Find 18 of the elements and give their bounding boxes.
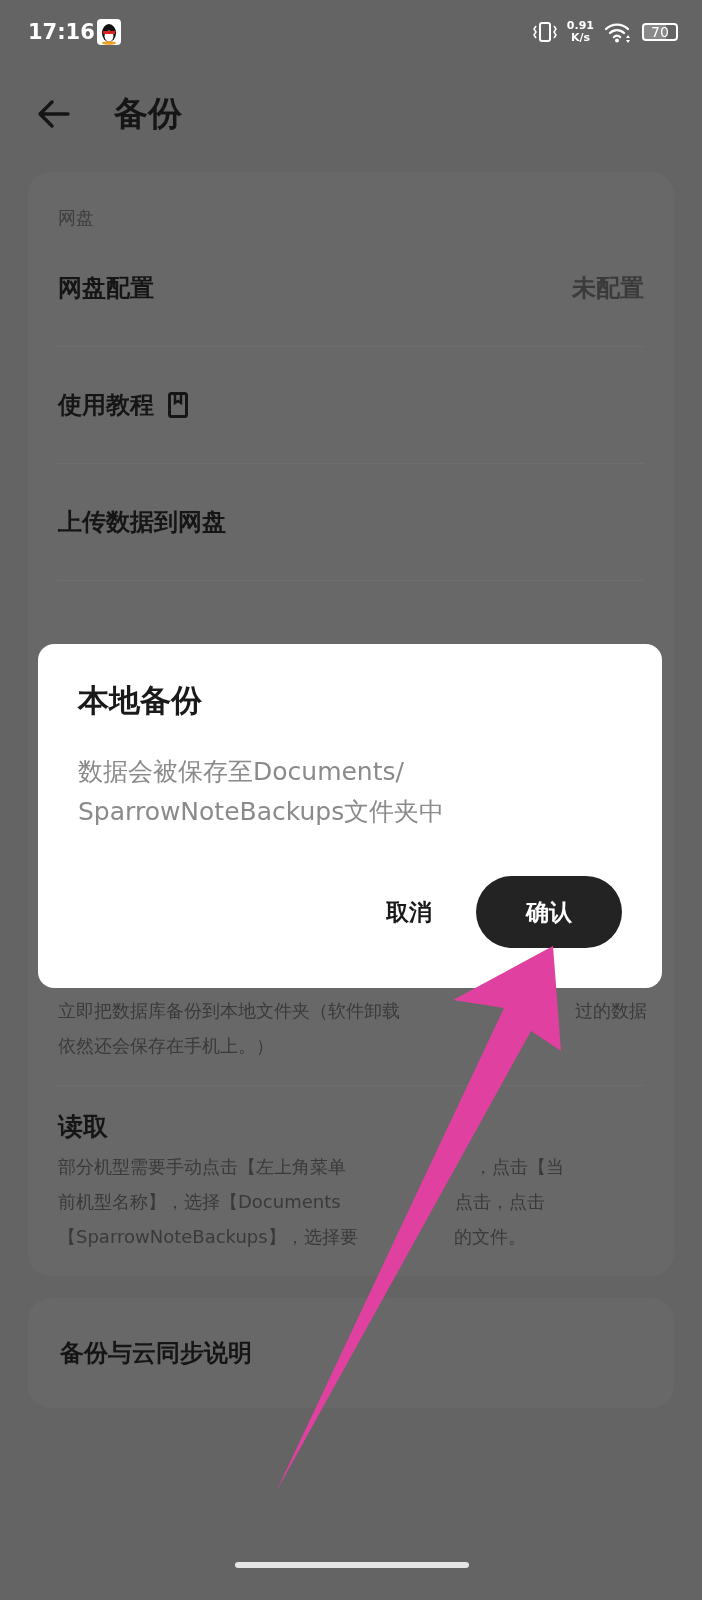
help-row[interactable]: 备份与云同步说明: [28, 1298, 674, 1408]
cancel-button[interactable]: 取消: [380, 895, 438, 929]
dialog-title: 本地备份: [78, 681, 203, 720]
settings-row[interactable]: 上传数据到网盘: [58, 464, 644, 581]
wifi-icon: [604, 21, 632, 43]
speed-value: 0.91: [566, 20, 594, 32]
clock-time: 17:16: [28, 20, 95, 44]
battery-level: 70: [642, 23, 678, 41]
penguin-icon: [96, 19, 121, 45]
confirm-button[interactable]: 确认: [476, 876, 622, 948]
back-arrow-icon[interactable]: [36, 99, 70, 129]
page-title: 备份: [114, 92, 182, 135]
speed-unit: K/s: [570, 32, 590, 44]
item-title[interactable]: 读取: [58, 1110, 644, 1143]
settings-row[interactable]: 使用教程: [58, 347, 644, 464]
dialog-message: 数据会被保存至Documents/ SparrowNoteBackups文件夹中: [78, 756, 446, 828]
book-icon: [168, 392, 188, 418]
vibrate-icon: [532, 20, 557, 44]
